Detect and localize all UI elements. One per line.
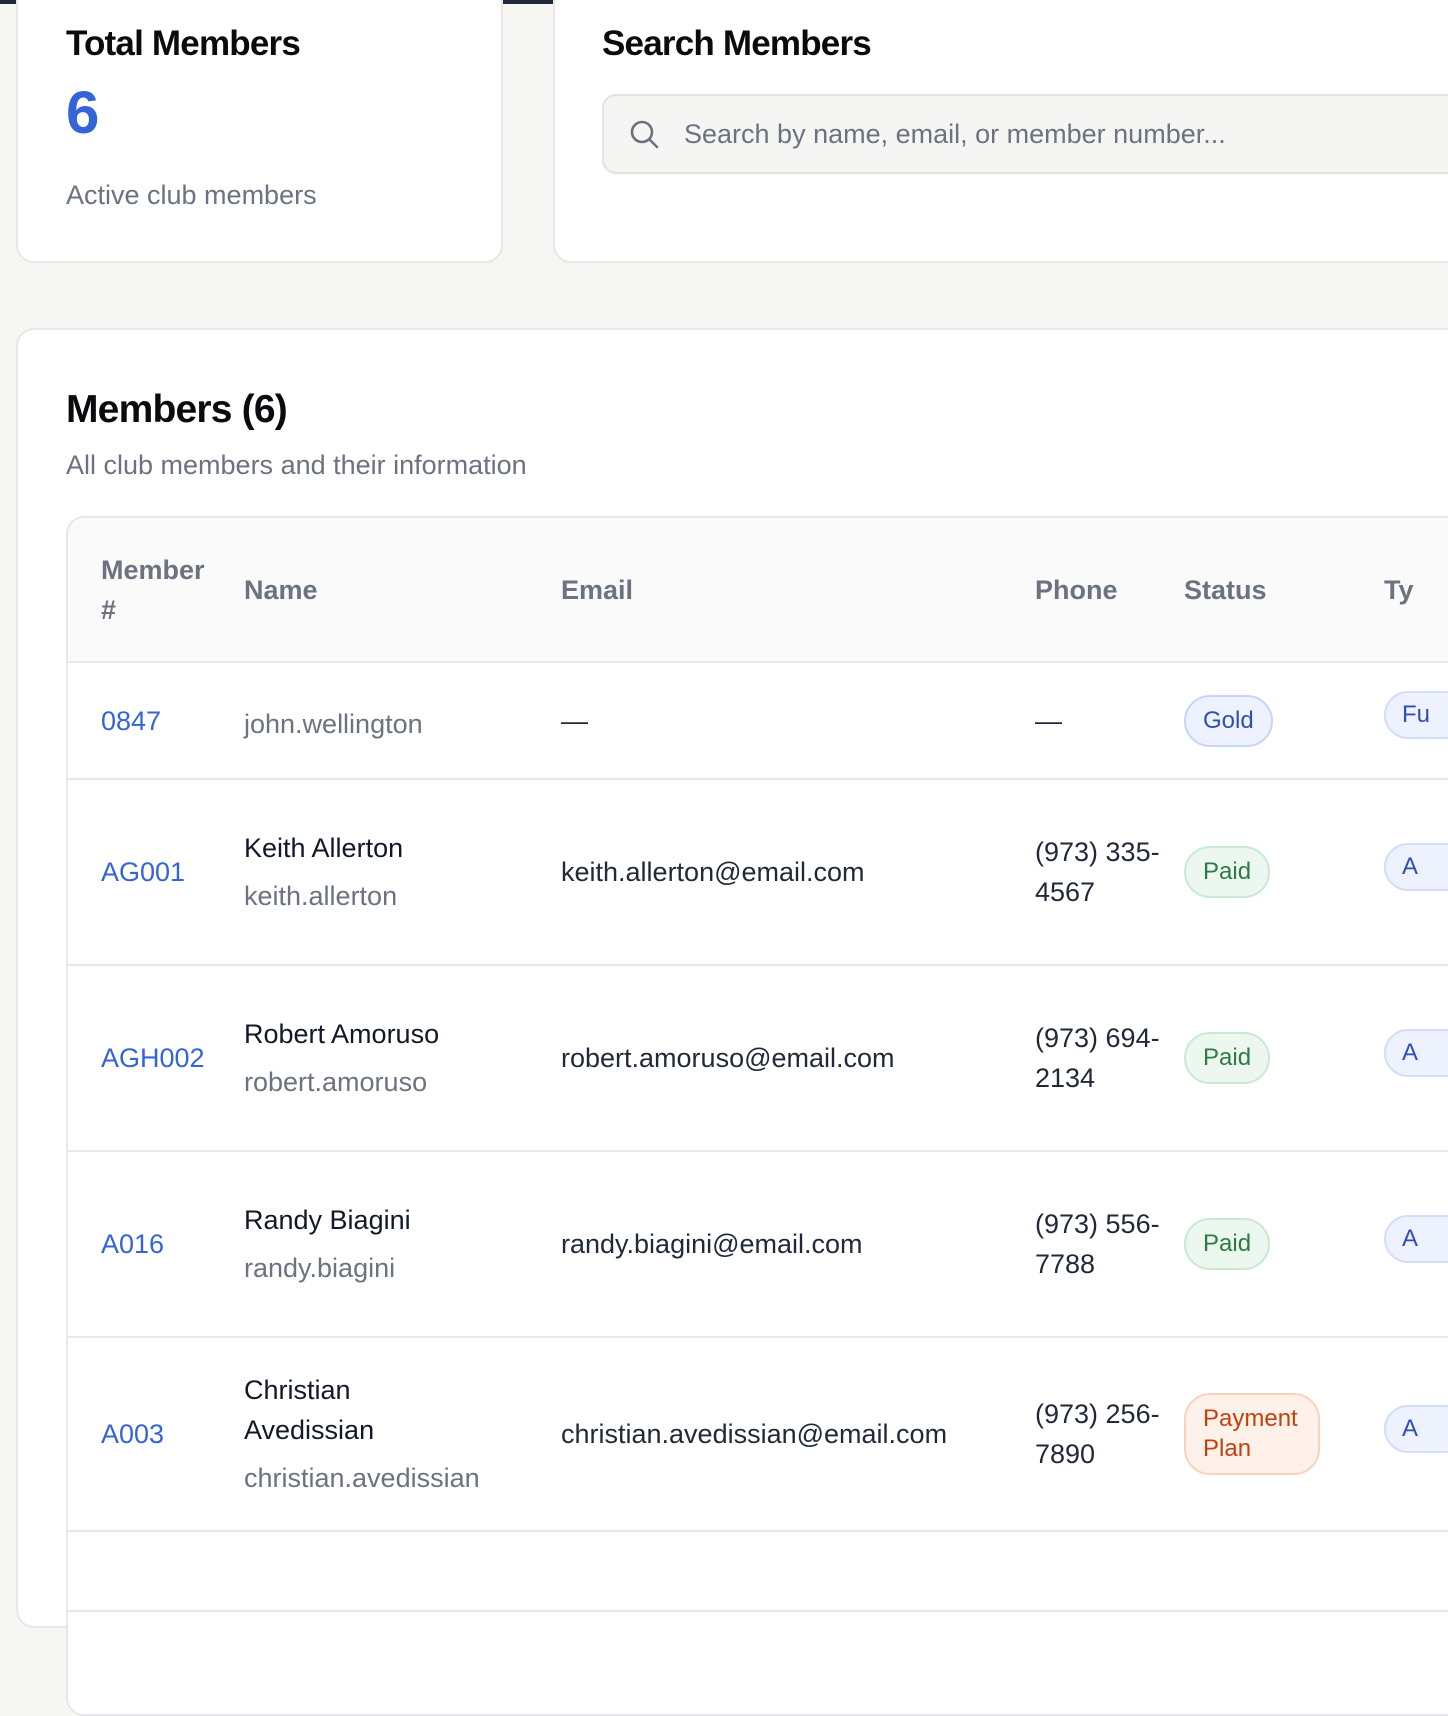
member-full-name: Keith Allerton (244, 833, 404, 863)
status-badge: Paid (1184, 1032, 1271, 1084)
member-name-cell: Keith Allerton keith.allerton (244, 779, 561, 965)
member-number-link[interactable]: AG001 (68, 779, 244, 965)
member-full-name: Christian Avedissian (244, 1375, 375, 1445)
search-box[interactable] (602, 94, 1448, 174)
status-cell: Paid (1184, 965, 1384, 1151)
members-table-container: Member # Name Email Phone Status Ty 0847… (66, 516, 1448, 1716)
type-badge: Fu (1384, 691, 1448, 739)
total-members-subtitle: Active club members (66, 180, 317, 210)
status-cell: Gold (1184, 662, 1384, 779)
table-row[interactable]: 0847 john.wellington — — Gold Fu (68, 662, 1448, 779)
member-username: randy.biagini (244, 1253, 396, 1283)
status-cell: Paid (1184, 1151, 1384, 1337)
column-header-email[interactable]: Email (561, 518, 1035, 662)
type-badge: A (1384, 1028, 1448, 1077)
member-phone: (973) 256-7890 (1035, 1399, 1160, 1469)
members-title: Members (6) (66, 388, 288, 431)
column-header-phone[interactable]: Phone (1035, 518, 1184, 662)
member-email: robert.amoruso@email.com (561, 1043, 895, 1073)
member-phone: (973) 556-7788 (1035, 1209, 1160, 1279)
member-phone: (973) 694-2134 (1035, 1023, 1160, 1093)
member-username: robert.amoruso (244, 1067, 428, 1097)
status-badge: Paid (1184, 1218, 1271, 1270)
member-number-link[interactable]: AGH002 (68, 965, 244, 1151)
status-badge: Paid (1184, 846, 1271, 898)
search-input[interactable] (684, 96, 1448, 172)
member-email: keith.allerton@email.com (561, 857, 865, 887)
member-name-cell: Robert Amoruso robert.amoruso (244, 965, 561, 1151)
type-badge: A (1384, 842, 1448, 891)
members-table: Member # Name Email Phone Status Ty 0847… (68, 518, 1448, 1612)
column-header-type[interactable]: Ty (1384, 518, 1448, 662)
column-header-name[interactable]: Name (244, 518, 561, 662)
member-name-cell: Christian Avedissian christian.avedissia… (244, 1337, 561, 1531)
members-subtitle: All club members and their information (66, 450, 527, 480)
member-email: christian.avedissian@email.com (561, 1419, 948, 1449)
type-badge: A (1384, 1214, 1448, 1263)
table-row[interactable]: AG001 Keith Allerton keith.allerton keit… (68, 779, 1448, 965)
status-cell: Payment Plan (1184, 1337, 1384, 1531)
member-name-cell: Randy Biagini randy.biagini (244, 1151, 561, 1337)
search-icon (630, 120, 659, 149)
table-row[interactable] (68, 1531, 1448, 1611)
search-members-title: Search Members (602, 24, 872, 63)
type-cell: A (1384, 779, 1448, 965)
member-full-name: Randy Biagini (244, 1205, 411, 1235)
member-email: — (561, 705, 588, 736)
table-header-row: Member # Name Email Phone Status Ty (68, 518, 1448, 662)
total-members-title: Total Members (66, 24, 301, 63)
status-badge: Gold (1184, 694, 1273, 747)
column-header-status[interactable]: Status (1184, 518, 1384, 662)
total-members-count: 6 (66, 79, 100, 146)
member-phone: (973) 335-4567 (1035, 837, 1160, 907)
member-full-name: Robert Amoruso (244, 1019, 440, 1049)
member-phone: — (1035, 705, 1062, 736)
total-members-card: Total Members 6 Active club members (16, 0, 503, 263)
member-number-link[interactable]: A016 (68, 1151, 244, 1337)
status-badge: Payment Plan (1184, 1393, 1320, 1475)
member-email: randy.biagini@email.com (561, 1229, 863, 1259)
members-card: Members (6) All club members and their i… (16, 328, 1448, 1716)
table-row[interactable]: A016 Randy Biagini randy.biagini randy.b… (68, 1151, 1448, 1337)
member-username: john.wellington (244, 708, 423, 739)
table-row[interactable]: AGH002 Robert Amoruso robert.amoruso rob… (68, 965, 1448, 1151)
type-cell: A (1384, 1337, 1448, 1531)
table-row-partial (68, 1531, 1448, 1611)
member-username: christian.avedissian (244, 1463, 480, 1493)
status-cell: Paid (1184, 779, 1384, 965)
type-cell: Fu (1384, 662, 1448, 779)
column-header-member-number[interactable]: Member # (68, 518, 244, 662)
type-cell: A (1384, 1151, 1448, 1337)
member-username: keith.allerton (244, 881, 398, 911)
type-cell: A (1384, 965, 1448, 1151)
member-number-link[interactable]: A003 (68, 1337, 244, 1531)
type-badge: A (1384, 1404, 1448, 1453)
table-row[interactable]: A003 Christian Avedissian christian.aved… (68, 1337, 1448, 1531)
search-members-card: Search Members (553, 0, 1448, 263)
member-name-cell: john.wellington (244, 662, 561, 779)
member-number-link[interactable]: 0847 (68, 662, 244, 779)
